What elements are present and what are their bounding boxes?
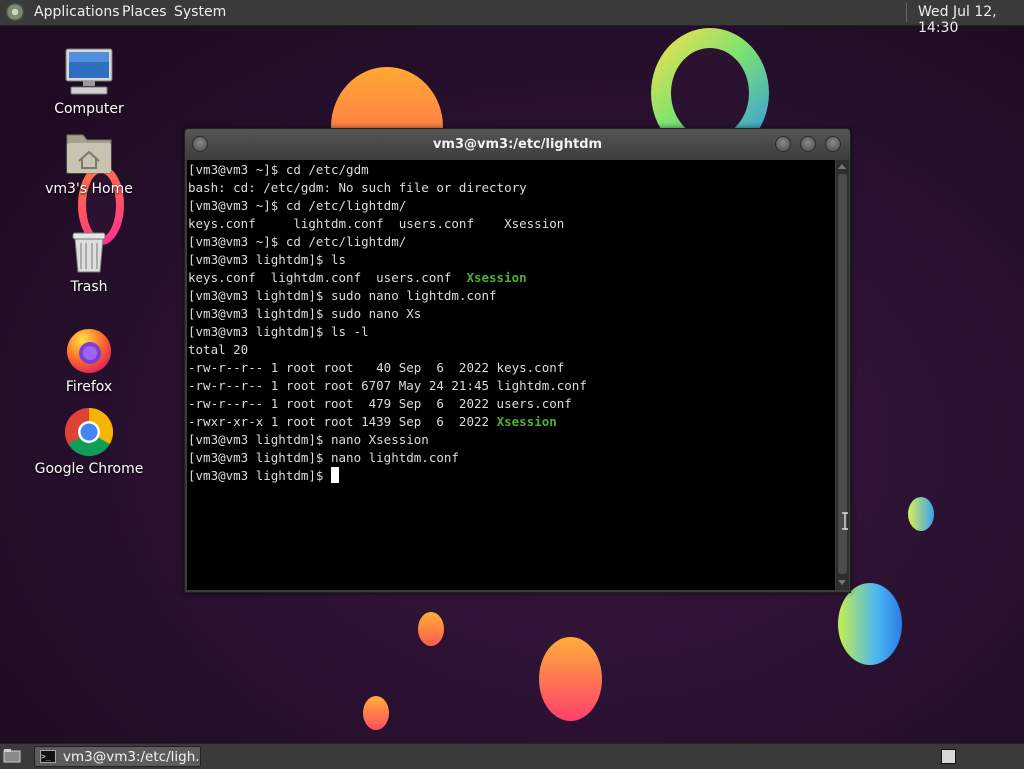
terminal-prompt: [vm3@vm3 lightdm]$: [188, 468, 331, 483]
workspace-switcher[interactable]: [941, 749, 956, 764]
desktop-icon-chrome[interactable]: Google Chrome: [29, 407, 149, 477]
text-cursor: [331, 467, 339, 483]
wallpaper-small-orange-blob: [418, 612, 444, 646]
terminal-line: [vm3@vm3 ~]$ cd /etc/gdm: [188, 162, 369, 177]
terminal-icon: >_: [40, 750, 56, 763]
desktop-icon-home[interactable]: vm3's Home: [29, 127, 149, 197]
wallpaper-blue-dot: [908, 497, 934, 531]
minimize-button[interactable]: [775, 136, 791, 152]
desktop[interactable]: Computer vm3's Home Trash Firefox Google…: [0, 25, 1024, 743]
terminal-line: [vm3@vm3 ~]$ cd /etc/lightdm/: [188, 198, 407, 213]
taskbar-item-terminal[interactable]: >_ vm3@vm3:/etc/ligh...: [34, 746, 201, 767]
terminal-lines: [vm3@vm3 ~]$ cd /etc/gdm bash: cd: /etc/g…: [188, 161, 835, 467]
terminal-line: [vm3@vm3 lightdm]$ sudo nano Xs: [188, 306, 422, 321]
clock[interactable]: Wed Jul 12, 14:30: [918, 4, 1024, 36]
close-button[interactable]: [825, 136, 841, 152]
terminal-line: -rwxr-xr-x 1 root root 1439 Sep 6 2022 X…: [188, 413, 835, 431]
terminal-line: [vm3@vm3 lightdm]$ sudo nano lightdm.con…: [188, 288, 497, 303]
terminal-line: total 20: [188, 342, 249, 357]
panel-separator: [906, 3, 907, 22]
menu-applications[interactable]: Applications: [34, 4, 120, 20]
desktop-icon-trash[interactable]: Trash: [29, 229, 149, 295]
wallpaper-green-blue-blob: [838, 583, 902, 665]
home-folder-icon: [66, 134, 112, 174]
terminal-line: keys.conf lightdm.conf users.conf Xsessi…: [188, 216, 565, 231]
wallpaper-pink-orange-blob: [539, 637, 602, 721]
terminal-line: [vm3@vm3 lightdm]$ nano Xsession: [188, 432, 429, 447]
wallpaper-tiny-orange-blob: [363, 696, 389, 730]
taskbar-item-label: vm3@vm3:/etc/ligh...: [63, 749, 199, 765]
terminal-line: [vm3@vm3 lightdm]$ nano lightdm.conf: [188, 450, 459, 465]
desktop-icon-computer[interactable]: Computer: [29, 47, 149, 117]
desktop-icon-label: Google Chrome: [34, 461, 144, 477]
desktop-icon-label: Computer: [54, 101, 124, 117]
window-title: vm3@vm3:/etc/lightdm: [432, 137, 603, 152]
terminal-line: [vm3@vm3 ~]$ cd /etc/lightdm/: [188, 234, 407, 249]
terminal-output[interactable]: [vm3@vm3 ~]$ cd /etc/gdm bash: cd: /etc/g…: [187, 160, 835, 590]
bottom-panel: >_ vm3@vm3:/etc/ligh...: [0, 743, 1024, 769]
terminal-text: -rwxr-xr-x 1 root root 1439 Sep 6 2022: [188, 414, 497, 429]
terminal-line: keys.conf lightdm.conf users.conf Xsessi…: [188, 269, 835, 287]
terminal-line: [vm3@vm3 lightdm]$ ls -l: [188, 324, 369, 339]
menu-places[interactable]: Places: [122, 4, 167, 20]
terminal-line: -rw-r--r-- 1 root root 479 Sep 6 2022 us…: [188, 396, 572, 411]
firefox-icon: [67, 329, 111, 373]
show-desktop-icon[interactable]: [3, 748, 21, 763]
trash-icon: [72, 232, 106, 273]
computer-icon: [65, 48, 113, 95]
terminal-line: -rw-r--r-- 1 root root 6707 May 24 21:45…: [188, 378, 587, 393]
executable-filename: Xsession: [466, 270, 527, 285]
executable-filename: Xsession: [496, 414, 557, 429]
terminal-line: [vm3@vm3 lightdm]$ ls: [188, 252, 347, 267]
terminal-line: bash: cd: /etc/gdm: No such file or dire…: [188, 180, 527, 195]
menu-system[interactable]: System: [174, 4, 226, 20]
terminal-line: -rw-r--r-- 1 root root 40 Sep 6 2022 key…: [188, 360, 565, 375]
maximize-button[interactable]: [800, 136, 816, 152]
desktop-icon-label: Firefox: [65, 379, 113, 395]
scroll-down-arrow[interactable]: [838, 580, 846, 585]
terminal-text: keys.conf lightdm.conf users.conf: [188, 270, 467, 285]
desktop-icon-label: Trash: [70, 279, 108, 295]
top-panel: Applications Places System Wed Jul 12, 1…: [0, 0, 1024, 36]
desktop-icon-firefox[interactable]: Firefox: [29, 327, 149, 395]
scroll-up-arrow[interactable]: [838, 164, 846, 169]
distro-logo-icon[interactable]: [6, 3, 24, 21]
chrome-icon: [64, 408, 114, 457]
desktop-icon-label: vm3's Home: [45, 181, 133, 197]
ibeam-cursor-icon: [842, 512, 848, 530]
window-titlebar[interactable]: vm3@vm3:/etc/lightdm: [185, 129, 850, 159]
terminal-prompt-line: [vm3@vm3 lightdm]$: [188, 467, 835, 485]
terminal-window[interactable]: vm3@vm3:/etc/lightdm [vm3@vm3 ~]$ cd /et…: [184, 128, 851, 593]
